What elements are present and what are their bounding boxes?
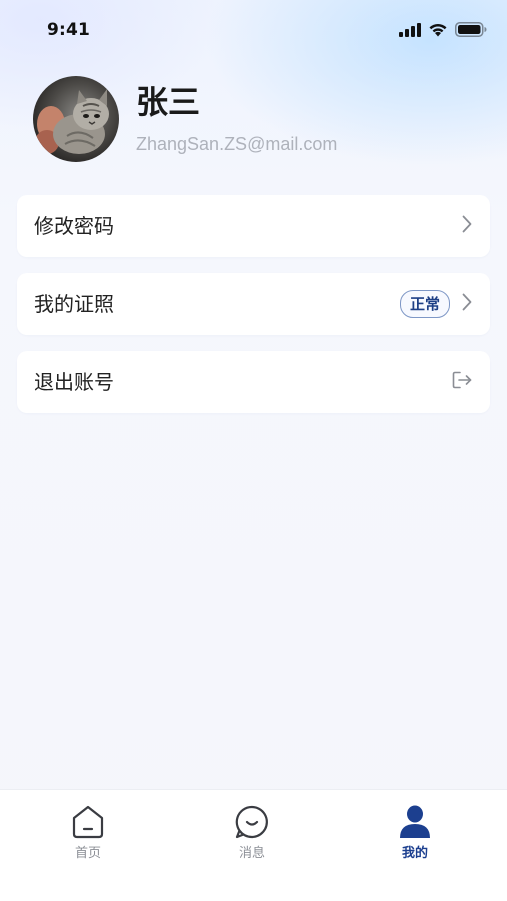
menu-item-label: 我的证照 [34, 292, 114, 316]
home-icon [70, 804, 106, 840]
tab-label: 首页 [74, 846, 101, 861]
cellular-signal-icon [399, 22, 421, 37]
message-icon [234, 804, 270, 840]
chevron-right-icon [462, 293, 472, 315]
menu-item-right [452, 351, 472, 413]
avatar[interactable] [33, 76, 119, 162]
profile-header: 张三 ZhangSan.ZS@mail.com [33, 76, 483, 166]
status-bar: 9:41 [0, 0, 507, 62]
logout-icon [452, 371, 472, 393]
menu-item-change-password[interactable]: 修改密码 [17, 195, 490, 257]
profile-name: 张三 [136, 83, 201, 121]
menu-item-my-licenses[interactable]: 我的证照 正常 [17, 273, 490, 335]
status-time: 9:41 [47, 20, 91, 40]
menu-item-label: 退出账号 [34, 370, 114, 394]
profile-email: ZhangSan.ZS@mail.com [136, 134, 338, 154]
tab-bar: 首页 消息 我的 [0, 789, 507, 901]
status-icons [399, 22, 487, 37]
menu-item-label: 修改密码 [34, 214, 114, 238]
menu-item-right: 正常 [399, 273, 472, 335]
battery-icon [455, 22, 487, 37]
wifi-icon [428, 22, 448, 37]
user-icon [397, 804, 433, 840]
tab-mine[interactable]: 我的 [375, 804, 455, 861]
menu-item-logout[interactable]: 退出账号 [17, 351, 490, 413]
tab-label: 消息 [238, 846, 265, 861]
status-badge: 正常 [399, 290, 450, 318]
tab-home[interactable]: 首页 [48, 804, 128, 861]
chevron-right-icon [462, 215, 472, 237]
menu-item-right [462, 195, 472, 257]
tab-label: 我的 [401, 846, 428, 861]
tab-messages[interactable]: 消息 [212, 804, 292, 861]
